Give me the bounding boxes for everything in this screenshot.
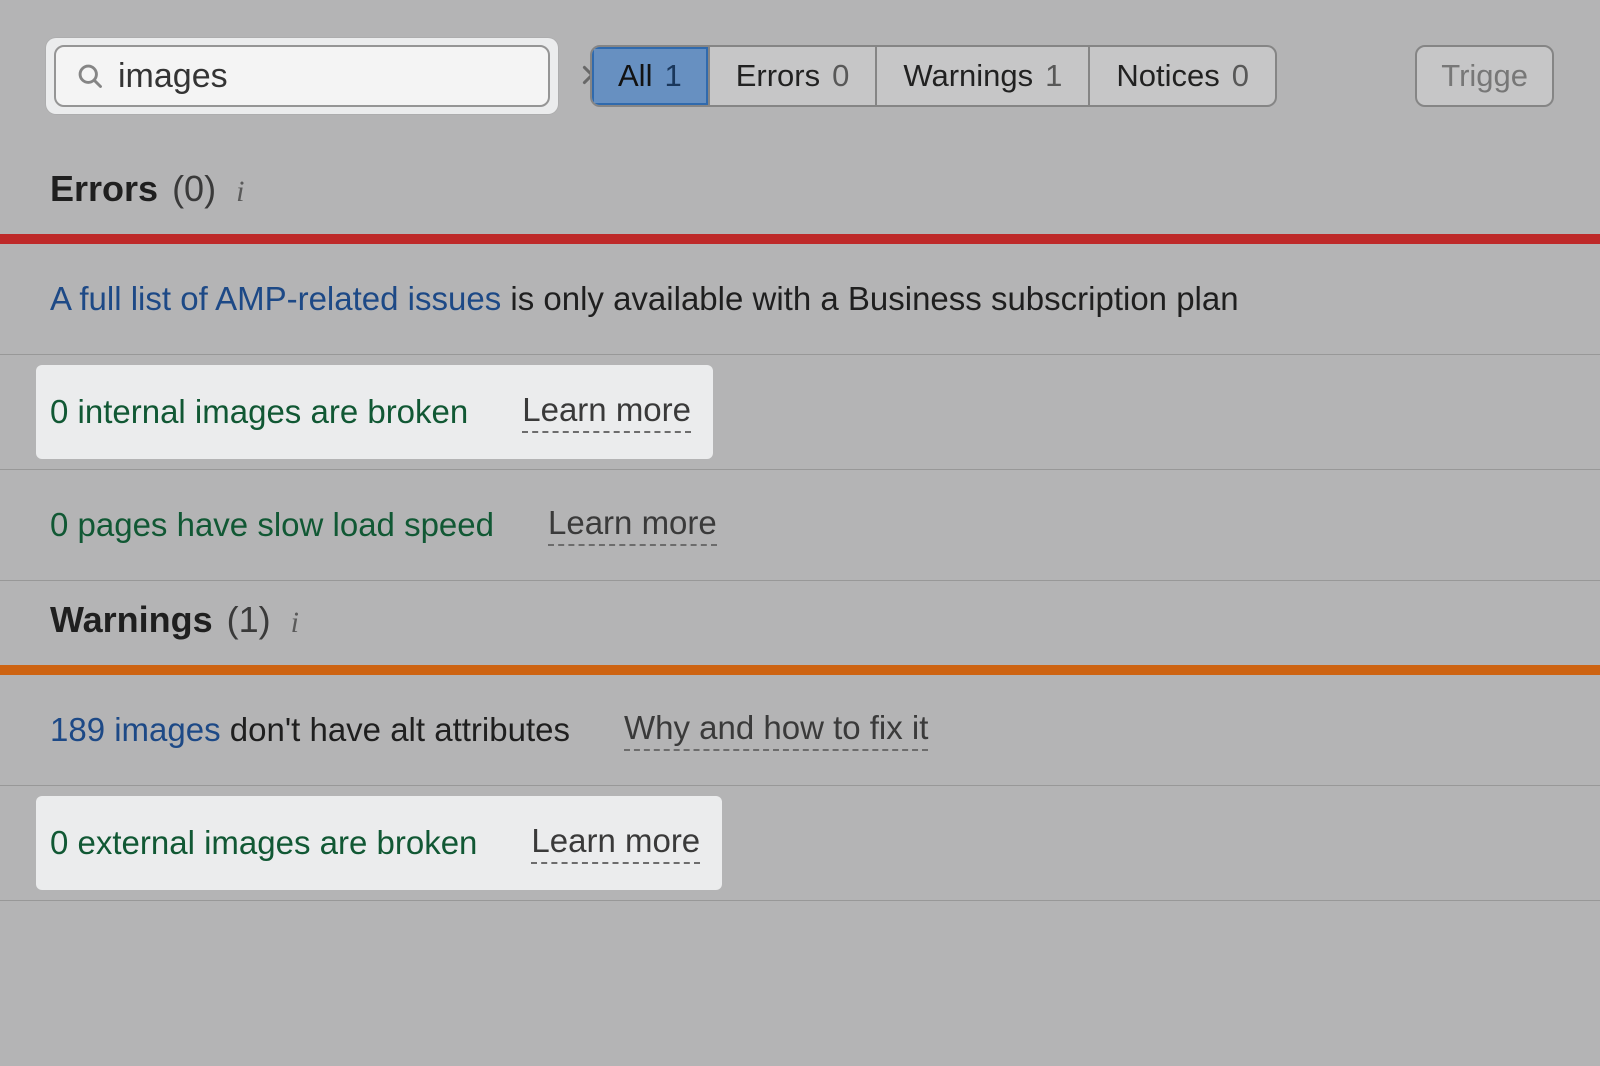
errors-title: Errors: [50, 168, 158, 210]
highlight-box: 0 internal images are broken Learn more: [36, 365, 713, 459]
issue-text: 0 pages have slow load speed: [50, 506, 494, 544]
issue-row-external-images: 0 external images are broken Learn more: [0, 786, 1600, 901]
info-icon[interactable]: i: [291, 606, 299, 640]
filter-notices-label: Notices: [1116, 58, 1219, 94]
why-fix-link[interactable]: Why and how to fix it: [624, 709, 928, 751]
issue-row-slow-load: 0 pages have slow load speed Learn more: [0, 470, 1600, 581]
search-box: [54, 45, 550, 107]
issues-panel: All 1 Errors 0 Warnings 1 Notices 0 Trig…: [0, 0, 1600, 901]
filter-group: All 1 Errors 0 Warnings 1 Notices 0: [590, 45, 1277, 107]
info-icon[interactable]: i: [236, 175, 244, 209]
section-header-warnings: Warnings (1) i: [0, 581, 1600, 665]
filter-warnings[interactable]: Warnings 1: [877, 47, 1090, 105]
upsell-row: A full list of AMP-related issues is onl…: [0, 244, 1600, 355]
issue-rest: don't have alt attributes: [221, 711, 570, 748]
learn-more-link[interactable]: Learn more: [531, 822, 700, 864]
learn-more-link[interactable]: Learn more: [548, 504, 717, 546]
filter-all-label: All: [618, 58, 652, 94]
filter-errors-label: Errors: [736, 58, 820, 94]
warnings-divider: [0, 665, 1600, 675]
filter-all-count: 1: [664, 58, 681, 94]
search-highlight-wrap: [46, 38, 558, 114]
alt-count-link[interactable]: 189 images: [50, 711, 221, 748]
warnings-title: Warnings: [50, 599, 213, 641]
learn-more-link[interactable]: Learn more: [522, 391, 691, 433]
trigger-button[interactable]: Trigge: [1415, 45, 1554, 107]
issue-text: 0 internal images are broken: [50, 393, 468, 431]
section-header-errors: Errors (0) i: [0, 150, 1600, 234]
highlight-box: 0 external images are broken Learn more: [36, 796, 722, 890]
filter-warnings-count: 1: [1045, 58, 1062, 94]
filter-notices[interactable]: Notices 0: [1090, 47, 1275, 105]
issue-text: 0 external images are broken: [50, 824, 477, 862]
filter-errors[interactable]: Errors 0: [710, 47, 878, 105]
issue-row-alt-attributes: 189 images don't have alt attributes Why…: [0, 675, 1600, 786]
search-input[interactable]: [104, 57, 575, 96]
search-icon: [76, 62, 104, 90]
errors-divider: [0, 234, 1600, 244]
filter-all[interactable]: All 1: [592, 47, 710, 105]
filter-notices-count: 0: [1232, 58, 1249, 94]
issue-row-internal-images: 0 internal images are broken Learn more: [0, 355, 1600, 470]
upsell-rest: is only available with a Business subscr…: [501, 280, 1238, 317]
warnings-count: (1): [227, 599, 271, 641]
amp-issues-link[interactable]: A full list of AMP-related issues: [50, 280, 501, 317]
filter-warnings-label: Warnings: [903, 58, 1033, 94]
toolbar: All 1 Errors 0 Warnings 1 Notices 0 Trig…: [0, 38, 1600, 150]
errors-count: (0): [172, 168, 216, 210]
issue-text: 189 images don't have alt attributes: [50, 711, 570, 749]
filter-errors-count: 0: [832, 58, 849, 94]
